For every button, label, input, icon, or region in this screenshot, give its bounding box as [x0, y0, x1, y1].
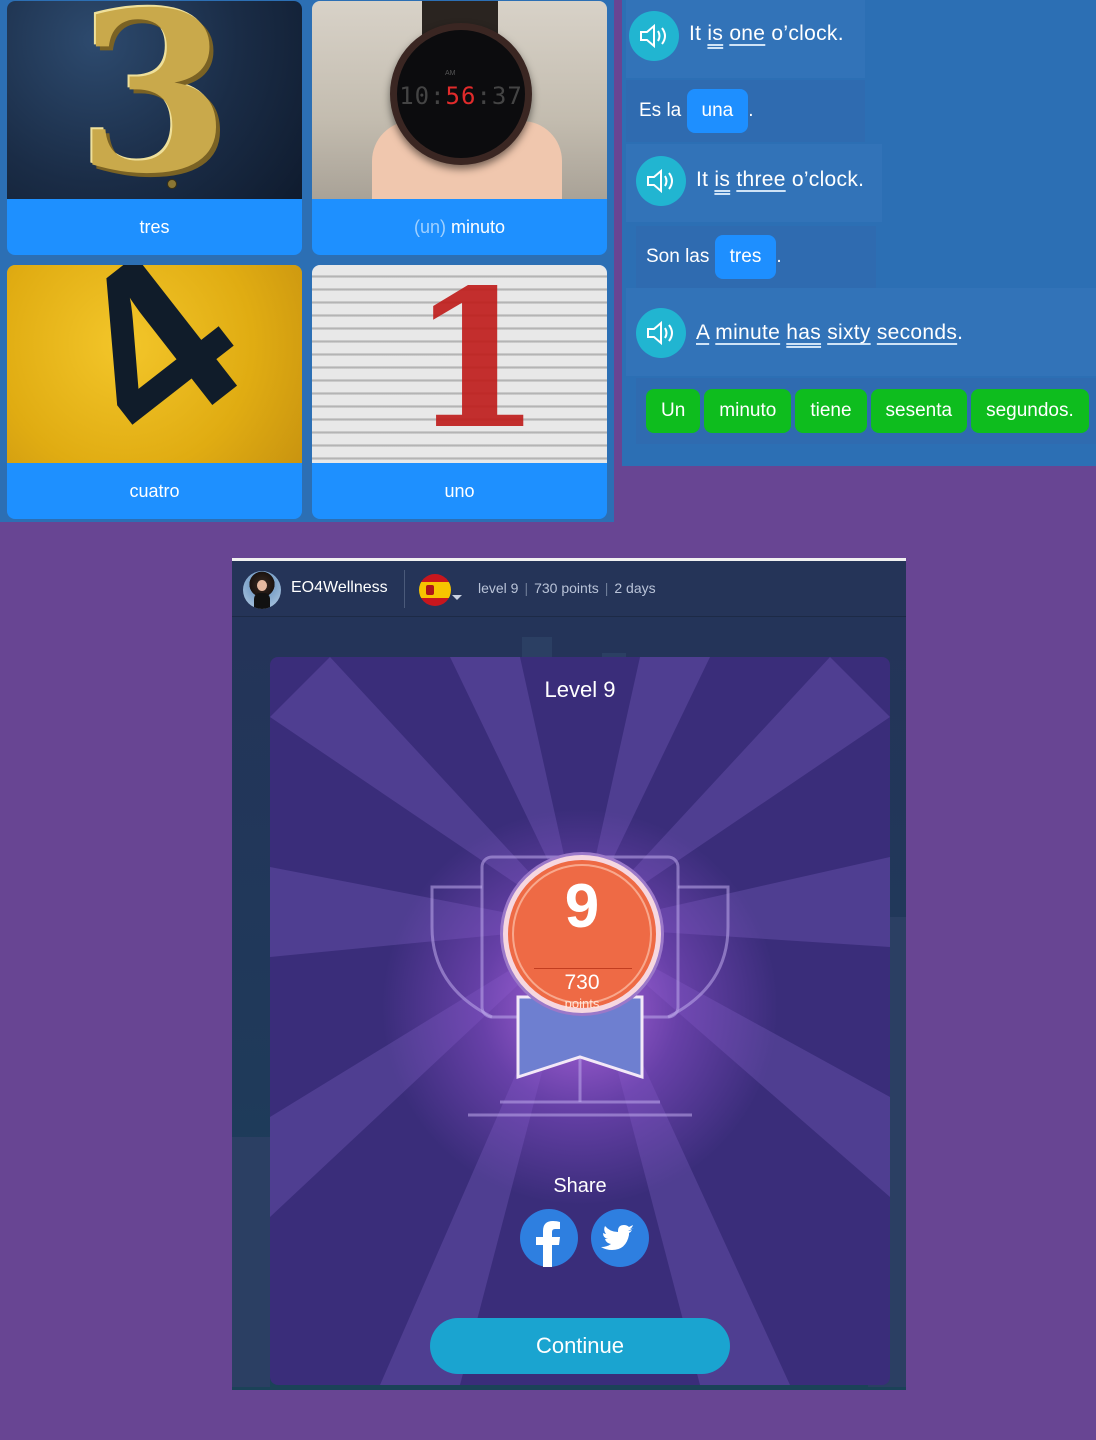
sentence-english-row: It is three o’clock. — [626, 144, 882, 222]
word-chip[interactable]: sesenta — [870, 389, 968, 433]
level-badge: 9 730 points — [503, 855, 661, 1013]
spanish-sentence: Es la una. — [639, 89, 754, 133]
sentence-english-row: A minute has sixty seconds. — [626, 288, 1096, 376]
number-three-image: 3 — [7, 1, 302, 199]
one-digit: 1 — [410, 265, 543, 463]
facebook-icon — [536, 1221, 560, 1267]
number-four-image: 4 — [7, 265, 302, 463]
twitter-share-button[interactable] — [591, 1209, 649, 1267]
word-chip[interactable]: Un — [646, 389, 701, 433]
points-stat: 730 points — [534, 580, 599, 596]
profile-bar: EO4Wellness level 9 | 730 points | 2 days — [232, 561, 906, 617]
chevron-down-icon[interactable] — [452, 595, 462, 600]
level-stat: level 9 — [478, 580, 519, 596]
flashcard-minuto[interactable]: AM 10:56:37 (un) minuto — [312, 1, 607, 255]
speaker-icon[interactable] — [636, 156, 686, 206]
share-label: Share — [553, 1175, 607, 1197]
sentences-panel: It is one o’clock. Es la una. It is thre… — [622, 0, 1096, 466]
number-one-image: 1 — [312, 265, 607, 463]
english-sentence: It is three o’clock. — [696, 168, 865, 191]
word-chip[interactable]: segundos. — [971, 389, 1089, 433]
sentence-spanish-row: Un minuto tiene sesenta segundos. — [636, 378, 1096, 444]
flashcard-label: (un) minuto — [413, 217, 506, 237]
spanish-word-chips: Un minuto tiene sesenta segundos. — [646, 389, 1093, 433]
badge-points-label: points — [564, 996, 600, 1011]
avatar[interactable] — [243, 571, 281, 609]
wristwatch-image: AM 10:56:37 — [312, 1, 607, 199]
sentence-spanish-row: Es la una. — [626, 80, 865, 142]
twitter-icon — [601, 1225, 634, 1250]
divider — [404, 570, 405, 608]
watch-time-display: 10:56:37 — [399, 82, 523, 110]
level-up-window: EO4Wellness level 9 | 730 points | 2 days — [232, 558, 906, 1390]
streak-stat: 2 days — [614, 580, 656, 596]
continue-button[interactable]: Continue — [430, 1318, 730, 1374]
badge-level-number: 9 — [564, 872, 600, 941]
four-digit: 4 — [16, 265, 287, 463]
word-chip[interactable]: minuto — [704, 389, 792, 433]
username[interactable]: EO4Wellness — [291, 579, 388, 597]
badge-points: 730 — [564, 971, 600, 994]
sentence-english-row: It is one o’clock. — [626, 0, 865, 78]
flashcard-label: cuatro — [129, 481, 180, 501]
flashcard-cuatro[interactable]: 4 cuatro — [7, 265, 302, 519]
flashcard-label: uno — [444, 481, 475, 501]
english-sentence: A minute has sixty seconds. — [696, 321, 964, 344]
answer-chip[interactable]: una — [686, 89, 749, 133]
three-digit: 3 — [77, 1, 231, 199]
facebook-share-button[interactable] — [520, 1209, 578, 1267]
speaker-icon[interactable] — [636, 308, 686, 358]
modal-title: Level 9 — [544, 677, 616, 702]
sentence-spanish-row: Son las tres. — [636, 226, 876, 288]
watch-am-label: AM — [445, 70, 456, 77]
spanish-sentence: Son las tres. — [646, 235, 782, 279]
flashcard-tres[interactable]: 3 tres — [7, 1, 302, 255]
word-chip[interactable]: tiene — [795, 389, 867, 433]
flashcards-panel: 3 tres AM 10:56:37 (un) minuto 4 cuatro … — [0, 0, 614, 522]
flashcard-label: tres — [139, 217, 170, 237]
answer-chip[interactable]: tres — [714, 235, 777, 279]
speaker-icon[interactable] — [629, 11, 679, 61]
profile-stats: level 9 | 730 points | 2 days — [478, 580, 656, 596]
flashcard-uno[interactable]: 1 uno — [312, 265, 607, 519]
english-sentence: It is one o’clock. — [689, 22, 844, 45]
watch-face: AM 10:56:37 — [390, 23, 532, 165]
level-up-modal: 9 730 points Level 9 Share Continue — [270, 657, 890, 1385]
spain-flag-icon[interactable] — [419, 574, 451, 606]
